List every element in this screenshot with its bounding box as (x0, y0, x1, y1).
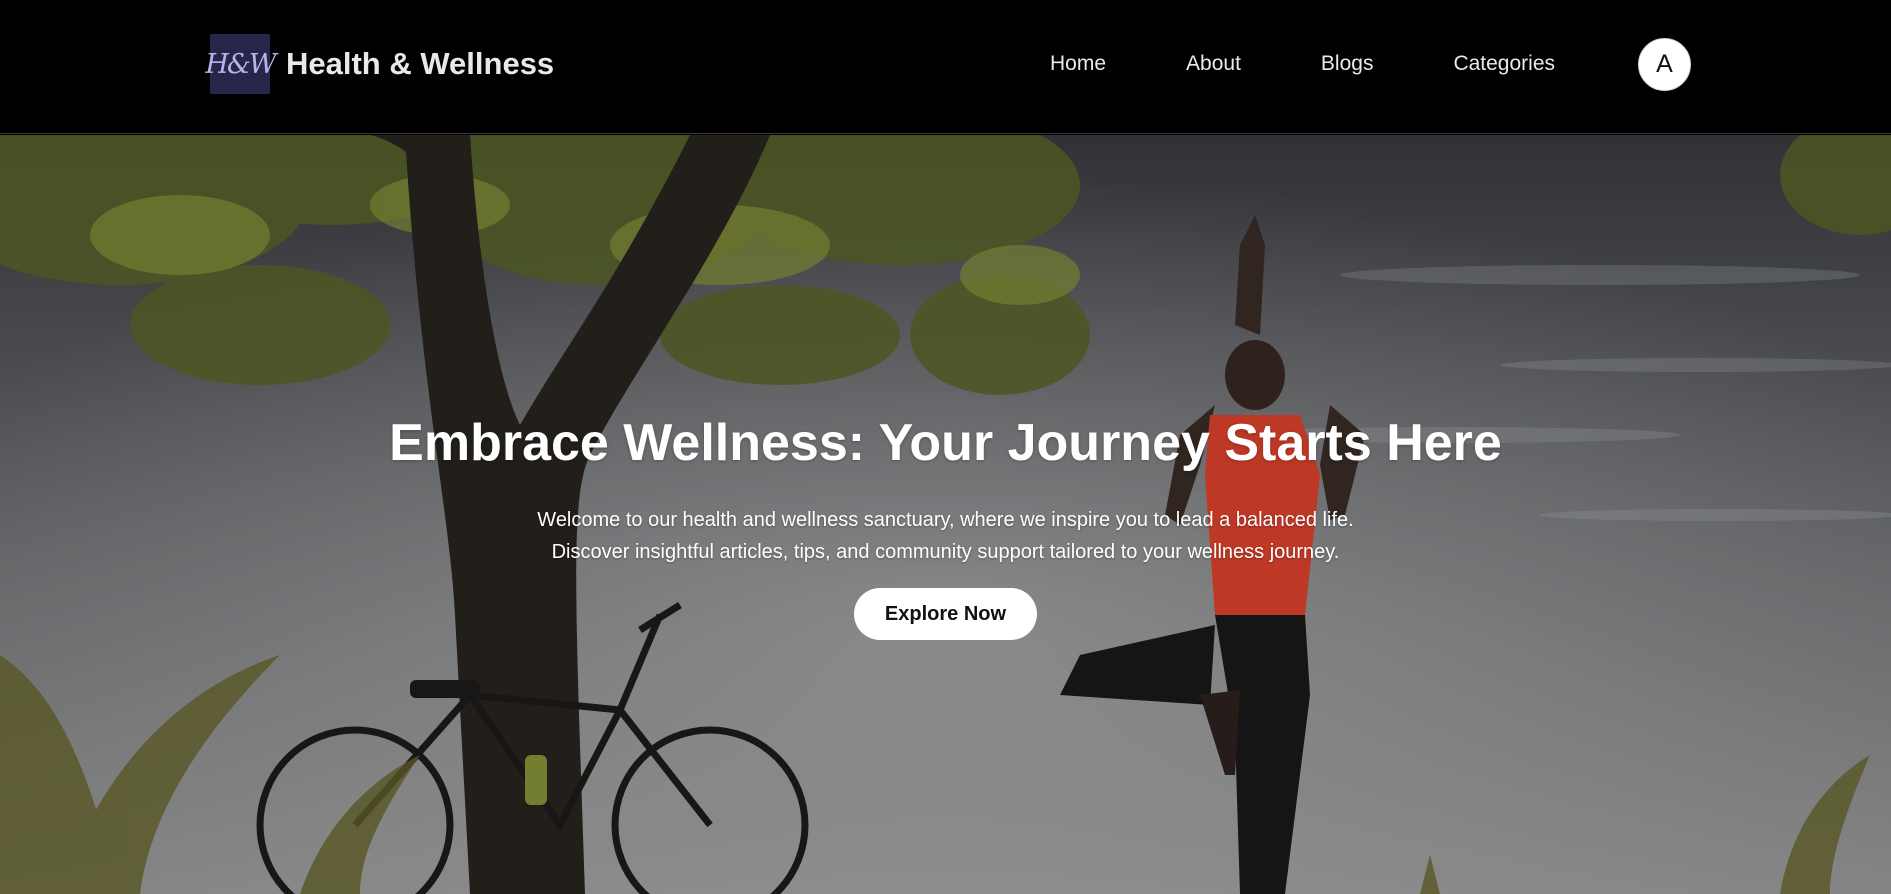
user-avatar-button[interactable]: A (1638, 38, 1691, 91)
nav-link-blogs[interactable]: Blogs (1321, 52, 1374, 76)
top-navbar: H&W Health & Wellness Home About Blogs C… (0, 0, 1891, 134)
main-nav: Home About Blogs Categories (1050, 0, 1555, 128)
nav-link-about[interactable]: About (1186, 52, 1241, 76)
hero-content: Embrace Wellness: Your Journey Starts He… (0, 414, 1891, 641)
hero-section: Embrace Wellness: Your Journey Starts He… (0, 135, 1891, 894)
hero-subtitle-line-1: Welcome to our health and wellness sanct… (537, 509, 1354, 532)
nav-link-home[interactable]: Home (1050, 52, 1106, 76)
nav-link-categories[interactable]: Categories (1453, 52, 1555, 76)
hero-subtitle-line-2: Discover insightful articles, tips, and … (551, 541, 1340, 564)
brand-home-link[interactable]: H&W Health & Wellness (205, 34, 555, 94)
brand-name: Health & Wellness (286, 46, 555, 81)
hero-subtitle: Welcome to our health and wellness sanct… (0, 504, 1891, 568)
brand-logo: H&W (205, 34, 277, 94)
hero-title: Embrace Wellness: Your Journey Starts He… (389, 414, 1502, 472)
explore-now-button[interactable]: Explore Now (854, 588, 1037, 641)
